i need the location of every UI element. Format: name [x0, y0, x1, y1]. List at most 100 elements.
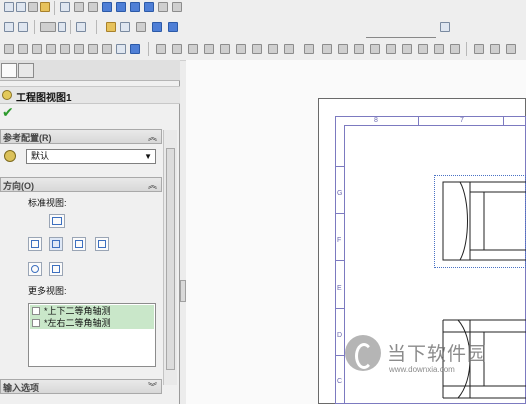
part-icon[interactable] — [106, 22, 116, 32]
display-style-icon[interactable] — [130, 2, 140, 12]
annotation-icon[interactable] — [18, 44, 28, 54]
view-icon[interactable] — [28, 2, 38, 12]
display-style-icon[interactable] — [88, 2, 98, 12]
left-view-button[interactable] — [95, 237, 109, 251]
panel-tabs — [0, 60, 180, 81]
view-icon[interactable] — [16, 2, 26, 12]
zone-label: G — [337, 190, 343, 197]
chevron-up-icon: ︽ — [147, 132, 157, 142]
annotation-icon[interactable] — [338, 44, 348, 54]
scrollbar-thumb[interactable] — [166, 148, 175, 370]
annotation-icon[interactable] — [220, 44, 230, 54]
annotation-icon[interactable] — [156, 44, 166, 54]
view-orientation-icon[interactable] — [120, 22, 130, 32]
ref-config-group-header[interactable]: 参考配置(R) ︽ — [0, 129, 162, 144]
watermark-url: www.downxia.com — [389, 365, 455, 374]
chevron-up-icon: ︽ — [147, 180, 157, 190]
right-view-button[interactable] — [72, 237, 86, 251]
annotation-icon[interactable] — [32, 44, 42, 54]
view-icon[interactable] — [4, 2, 14, 12]
annotation-icon[interactable] — [386, 44, 396, 54]
dropdown-arrow-icon[interactable] — [58, 22, 66, 32]
layer-icon[interactable] — [136, 22, 146, 32]
toolbar-row-2: 尺寸 ▼ — [0, 16, 526, 52]
ok-check-icon[interactable]: ✔ — [2, 104, 14, 121]
annotation-icon[interactable] — [252, 44, 262, 54]
annotation-icon[interactable] — [450, 44, 460, 54]
drawing-view-icon — [2, 90, 12, 100]
toolbar-separator — [34, 20, 35, 34]
toolbar-separator — [466, 42, 467, 56]
display-style-icon[interactable] — [172, 2, 182, 12]
annotation-icon[interactable] — [402, 44, 412, 54]
front-view-button[interactable] — [49, 214, 65, 228]
list-item[interactable]: *上下二等角轴测 — [30, 305, 154, 317]
annotation-icon[interactable] — [418, 44, 428, 54]
display-style-icon[interactable] — [116, 2, 126, 12]
top-view-button[interactable] — [28, 237, 42, 251]
select-icon[interactable] — [40, 22, 56, 32]
annotation-icon[interactable] — [102, 44, 112, 54]
display-style-icon[interactable] — [74, 2, 84, 12]
import-options-header-text: 输入选项 — [3, 383, 40, 393]
zone-label: C — [337, 378, 343, 385]
display-style-icon[interactable] — [102, 2, 112, 12]
ref-config-header-text: 参考配置(R) — [3, 133, 52, 143]
more-view-label: *左右二等角轴测 — [44, 318, 111, 328]
annotation-icon[interactable] — [116, 44, 126, 54]
orientation-group-header[interactable]: 方向(O) ︽ — [0, 177, 162, 192]
back-view-button[interactable] — [49, 262, 63, 276]
display-style-icon[interactable] — [144, 2, 154, 12]
zone-tick — [335, 355, 344, 356]
list-item[interactable]: *左右二等角轴测 — [30, 317, 154, 329]
more-view-checkbox[interactable] — [32, 307, 40, 315]
display-style-icon[interactable] — [158, 2, 168, 12]
smart-dimension-icon[interactable] — [76, 22, 86, 32]
bottom-view-icon — [31, 265, 39, 273]
ref-config-select[interactable]: 默认 ▼ — [26, 149, 156, 164]
property-manager-title: 工程图视图1 — [0, 86, 180, 104]
zone-tick — [503, 116, 504, 125]
annotation-icon[interactable] — [46, 44, 56, 54]
back-view-icon — [52, 265, 60, 273]
annotation-icon[interactable] — [188, 44, 198, 54]
annotation-icon[interactable] — [74, 44, 84, 54]
zone-tick — [335, 213, 344, 214]
zone-label: 8 — [374, 117, 378, 124]
more-view-checkbox[interactable] — [32, 319, 40, 327]
annotation-icon[interactable] — [474, 44, 484, 54]
annotation-icon[interactable] — [506, 44, 516, 54]
annotation-icon[interactable] — [304, 44, 314, 54]
annotation-icon[interactable] — [434, 44, 444, 54]
right-view-icon — [75, 240, 83, 248]
annotation-icon[interactable] — [236, 44, 246, 54]
annotation-icon[interactable] — [88, 44, 98, 54]
zone-tick — [418, 116, 419, 125]
annotation-icon[interactable] — [268, 44, 278, 54]
bottom-view-button[interactable] — [28, 262, 42, 276]
panel-scrollbar[interactable] — [163, 130, 177, 385]
zone-tick — [335, 166, 344, 167]
annotation-icon[interactable] — [370, 44, 380, 54]
tab-feature-manager[interactable] — [1, 63, 17, 78]
annotation-icon[interactable] — [60, 44, 70, 54]
annotation-icon[interactable] — [172, 44, 182, 54]
annotation-icon[interactable] — [284, 44, 294, 54]
import-options-group-header[interactable]: 输入选项 ︾ — [0, 379, 162, 394]
annotation-icon[interactable] — [440, 22, 450, 32]
annotation-icon[interactable] — [4, 44, 14, 54]
tab-property-manager[interactable] — [18, 63, 34, 78]
line-weight-icon[interactable] — [152, 22, 162, 32]
view-icon[interactable] — [40, 2, 50, 12]
annotation-icon[interactable] — [130, 44, 140, 54]
annotation-icon[interactable] — [322, 44, 332, 54]
annotation-icon[interactable] — [204, 44, 214, 54]
view-icon[interactable] — [4, 22, 14, 32]
annotation-icon[interactable] — [354, 44, 364, 54]
annotation-icon[interactable] — [490, 44, 500, 54]
view-icon[interactable] — [18, 22, 28, 32]
toolbar-row-1 — [0, 0, 526, 17]
isometric-view-button[interactable] — [49, 237, 63, 251]
display-style-icon[interactable] — [60, 2, 70, 12]
chart-icon[interactable] — [168, 22, 178, 32]
